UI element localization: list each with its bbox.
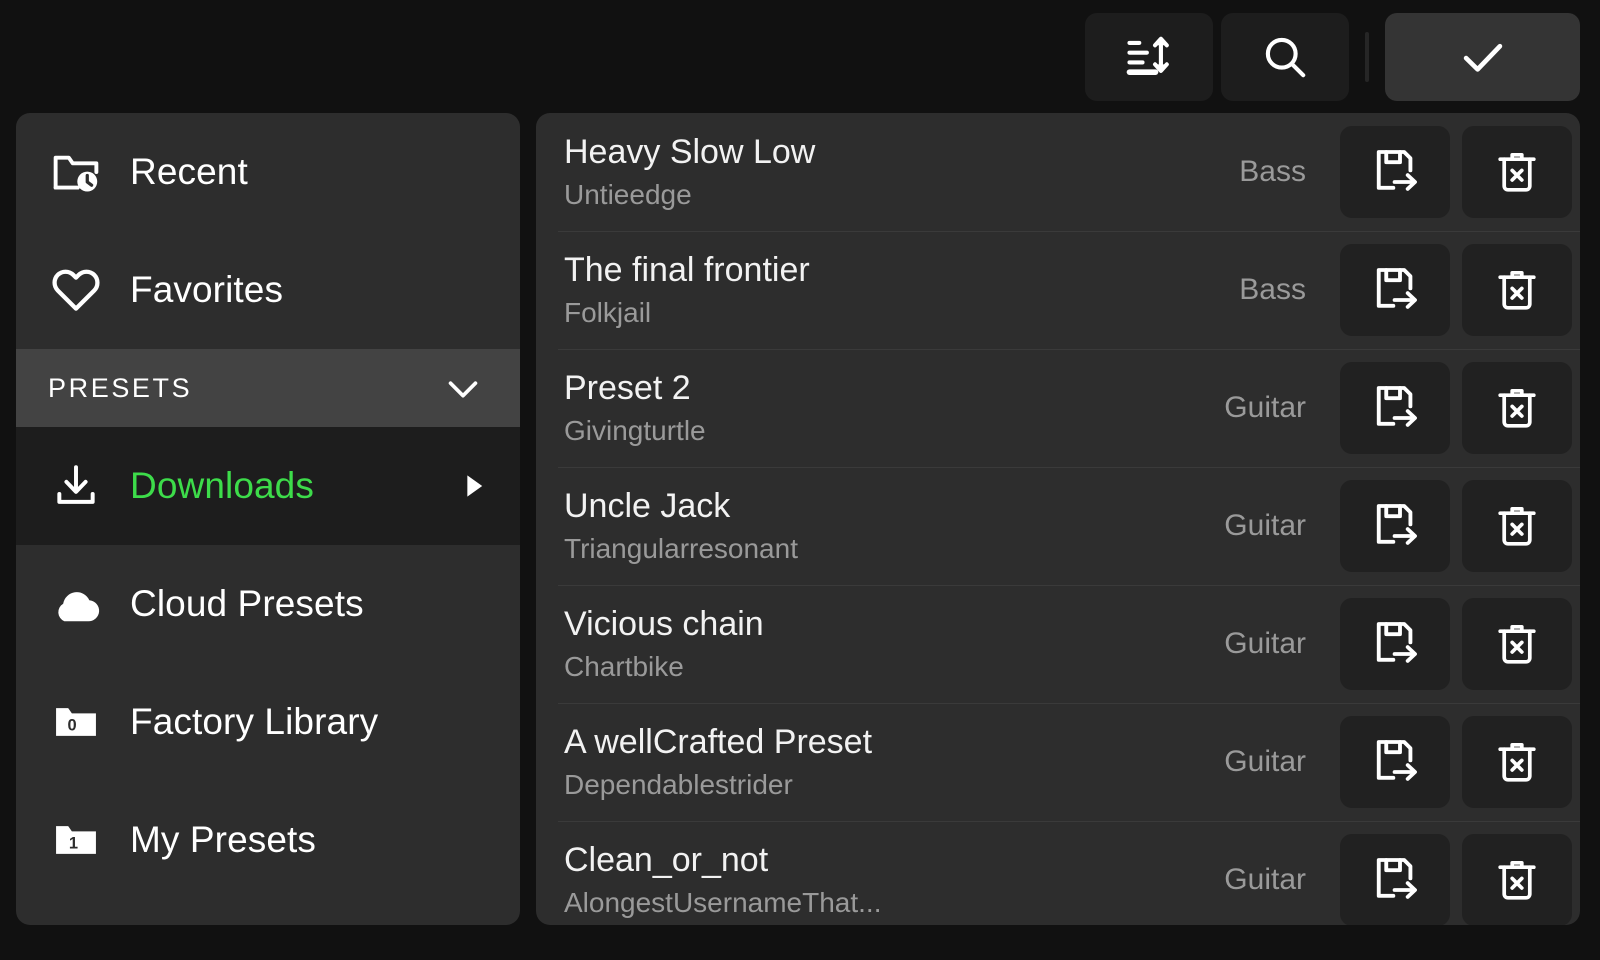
trash-delete-icon <box>1493 266 1541 314</box>
delete-preset-button[interactable] <box>1462 598 1572 690</box>
sidebar-item-label: Recent <box>130 151 248 192</box>
preset-author: Triangularresonant <box>564 533 798 565</box>
preset-info: Uncle Jack Triangularresonant <box>564 484 1224 568</box>
sidebar-item-label: Downloads <box>130 465 314 506</box>
trash-delete-icon <box>1493 856 1541 904</box>
sidebar-item-favorites[interactable]: Favorites <box>16 231 520 349</box>
trash-delete-icon <box>1493 148 1541 196</box>
preset-category: Guitar <box>1224 391 1306 424</box>
preset-title: Heavy Slow Low <box>564 133 816 171</box>
preset-author: AlongestUsernameThat... <box>564 887 882 919</box>
sidebar-item-downloads[interactable]: Downloads <box>16 427 520 545</box>
search-button[interactable] <box>1221 12 1349 101</box>
save-preset-button[interactable] <box>1340 716 1450 808</box>
download-icon <box>48 458 104 514</box>
sidebar-item-factory-library[interactable]: 0 Factory Library <box>16 663 520 781</box>
save-preset-button[interactable] <box>1340 362 1450 454</box>
heart-icon <box>48 262 104 318</box>
table-row[interactable]: Heavy Slow Low Untieedge Bass <box>536 113 1580 231</box>
confirm-button[interactable] <box>1385 12 1580 101</box>
preset-title: Preset 2 <box>564 369 691 407</box>
chevron-down-icon[interactable] <box>440 365 486 411</box>
folder-count-icon: 1 <box>48 812 104 868</box>
save-export-icon <box>1370 147 1420 197</box>
preset-category: Guitar <box>1224 863 1306 896</box>
delete-preset-button[interactable] <box>1462 126 1572 218</box>
folder-clock-icon <box>48 144 104 200</box>
delete-preset-button[interactable] <box>1462 834 1572 925</box>
table-row[interactable]: Clean_or_not AlongestUsernameThat... Gui… <box>536 821 1580 925</box>
search-icon <box>1259 31 1311 83</box>
preset-browser-window: Recent Favorites PRESETS Downloads Cloud… <box>0 0 1600 960</box>
preset-title: The final frontier <box>564 251 810 289</box>
trash-delete-icon <box>1493 738 1541 786</box>
preset-info: Vicious chain Chartbike <box>564 602 1224 686</box>
sidebar-item-my-presets[interactable]: 1 My Presets <box>16 781 520 899</box>
caret-right-icon[interactable] <box>456 469 490 503</box>
preset-category: Guitar <box>1224 745 1306 778</box>
delete-preset-button[interactable] <box>1462 716 1572 808</box>
table-row[interactable]: Preset 2 Givingturtle Guitar <box>536 349 1580 467</box>
table-row[interactable]: The final frontier Folkjail Bass <box>536 231 1580 349</box>
sidebar-item-label: Favorites <box>130 269 284 310</box>
save-export-icon <box>1370 383 1420 433</box>
sidebar-item-label: Cloud Presets <box>130 583 364 624</box>
save-preset-button[interactable] <box>1340 598 1450 690</box>
save-preset-button[interactable] <box>1340 834 1450 925</box>
delete-preset-button[interactable] <box>1462 244 1572 336</box>
preset-info: Clean_or_not AlongestUsernameThat... <box>564 838 1224 922</box>
preset-category: Guitar <box>1224 509 1306 542</box>
sidebar-item-cloud-presets[interactable]: Cloud Presets <box>16 545 520 663</box>
preset-list[interactable]: Heavy Slow Low Untieedge Bass The final … <box>536 113 1580 925</box>
preset-title: A wellCrafted Preset <box>564 723 873 761</box>
preset-category: Bass <box>1239 155 1306 188</box>
preset-author: Chartbike <box>564 651 684 683</box>
preset-author: Givingturtle <box>564 415 706 447</box>
trash-delete-icon <box>1493 384 1541 432</box>
sidebar: Recent Favorites PRESETS Downloads Cloud… <box>16 113 520 925</box>
save-export-icon <box>1370 855 1420 905</box>
table-row[interactable]: A wellCrafted Preset Dependablestrider G… <box>536 703 1580 821</box>
top-toolbar <box>0 0 1600 113</box>
preset-author: Untieedge <box>564 179 692 211</box>
delete-preset-button[interactable] <box>1462 480 1572 572</box>
sort-lines-icon <box>1123 31 1175 83</box>
preset-title: Clean_or_not <box>564 841 769 879</box>
table-row[interactable]: Vicious chain Chartbike Guitar <box>536 585 1580 703</box>
save-export-icon <box>1370 737 1420 787</box>
trash-delete-icon <box>1493 620 1541 668</box>
sort-button[interactable] <box>1085 12 1213 101</box>
save-export-icon <box>1370 619 1420 669</box>
preset-category: Guitar <box>1224 627 1306 660</box>
preset-author: Dependablestrider <box>564 769 793 801</box>
sidebar-section-presets[interactable]: PRESETS <box>16 349 520 427</box>
preset-info: The final frontier Folkjail <box>564 248 1239 332</box>
preset-author: Folkjail <box>564 297 652 329</box>
save-preset-button[interactable] <box>1340 126 1450 218</box>
trash-delete-icon <box>1493 502 1541 550</box>
cloud-icon <box>48 576 104 632</box>
preset-info: A wellCrafted Preset Dependablestrider <box>564 720 1224 804</box>
sidebar-item-label: My Presets <box>130 819 317 860</box>
sidebar-item-recent[interactable]: Recent <box>16 113 520 231</box>
sidebar-item-label: Factory Library <box>130 701 379 742</box>
save-preset-button[interactable] <box>1340 244 1450 336</box>
preset-category: Bass <box>1239 273 1306 306</box>
sidebar-section-label: PRESETS <box>48 372 193 403</box>
save-preset-button[interactable] <box>1340 480 1450 572</box>
folder-badge-count: 0 <box>68 717 77 735</box>
preset-title: Vicious chain <box>564 605 764 643</box>
preset-title: Uncle Jack <box>564 487 731 525</box>
save-export-icon <box>1370 265 1420 315</box>
preset-info: Preset 2 Givingturtle <box>564 366 1224 450</box>
folder-badge-count: 1 <box>69 835 78 853</box>
check-icon <box>1456 30 1510 84</box>
folder-count-icon: 0 <box>48 694 104 750</box>
table-row[interactable]: Uncle Jack Triangularresonant Guitar <box>536 467 1580 585</box>
save-export-icon <box>1370 501 1420 551</box>
delete-preset-button[interactable] <box>1462 362 1572 454</box>
toolbar-divider <box>1365 31 1369 82</box>
preset-info: Heavy Slow Low Untieedge <box>564 130 1239 214</box>
